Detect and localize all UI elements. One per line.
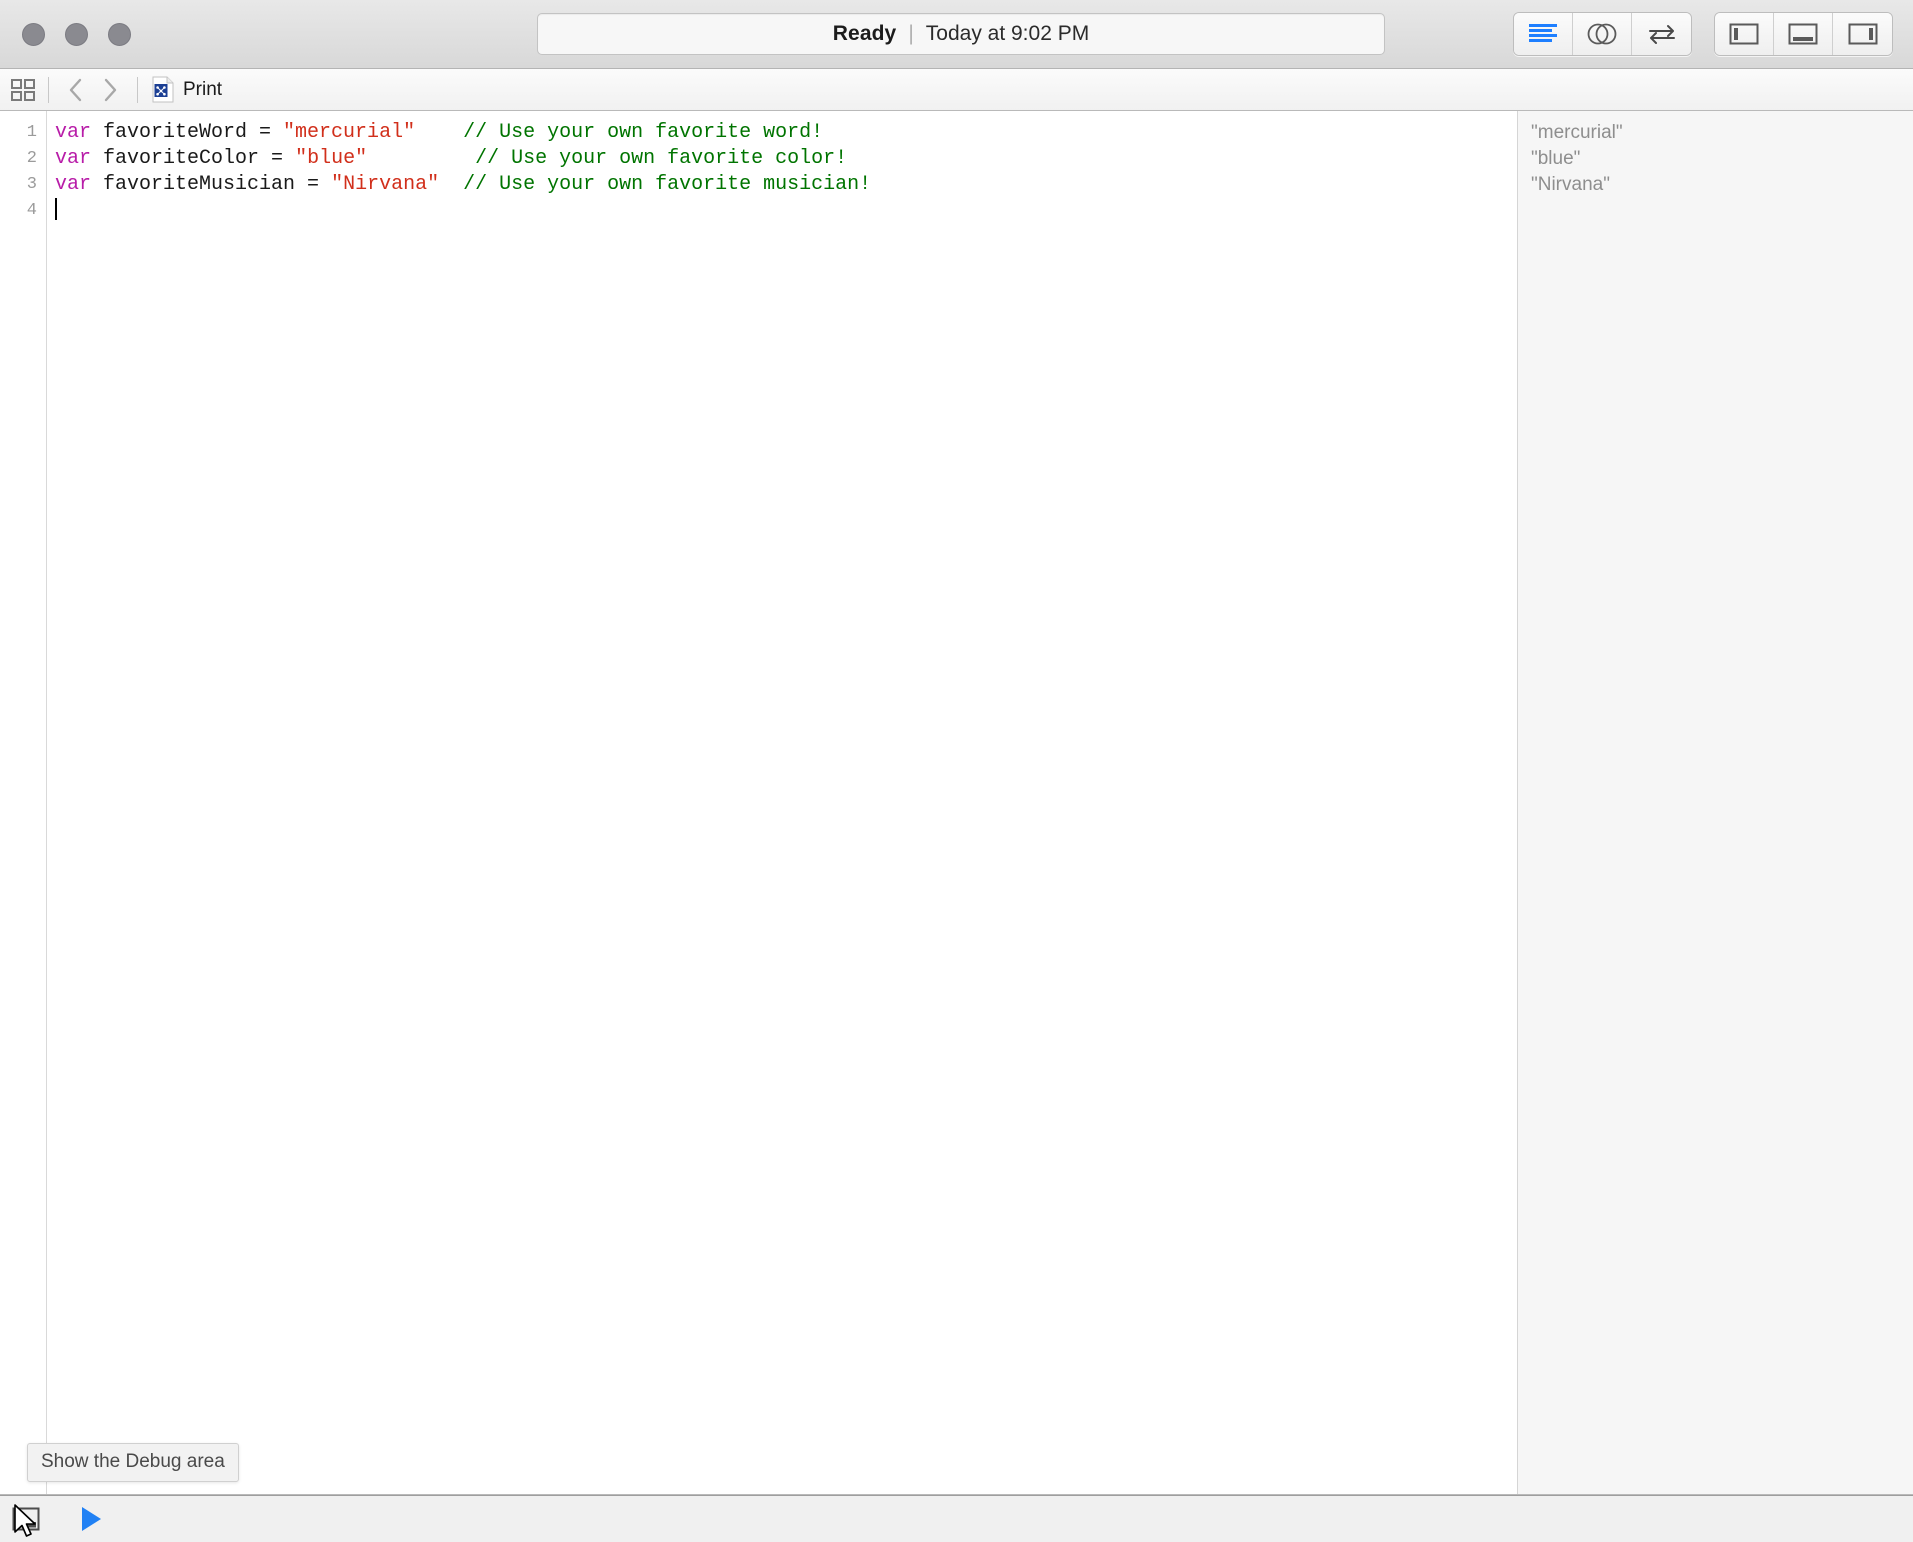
navigate-back-button[interactable] xyxy=(59,75,93,105)
chevron-left-icon xyxy=(69,78,82,101)
token-kw: var xyxy=(55,121,92,144)
assistant-editor-button[interactable] xyxy=(1573,13,1632,55)
version-editor-button[interactable] xyxy=(1632,13,1691,55)
token-kw: var xyxy=(55,147,92,170)
playground-file-icon xyxy=(152,76,174,103)
token-str: "blue" xyxy=(295,147,368,170)
token-cmt: // Use your own favorite word! xyxy=(463,121,824,144)
xcode-playground-window: Ready | Today at 9:02 PM Print 1 2 3 4 v… xyxy=(0,0,1913,1542)
venn-circles-icon xyxy=(1587,23,1617,45)
source-editor[interactable]: 1 2 3 4 var favoriteWord = "mercurial" /… xyxy=(0,111,1517,1494)
code-line[interactable]: var favoriteColor = "blue" // Use your o… xyxy=(55,146,1517,172)
close-button[interactable] xyxy=(22,22,45,46)
window-controls xyxy=(22,22,131,46)
jump-bar-divider-1 xyxy=(48,76,49,103)
result-value: "blue" xyxy=(1531,148,1581,169)
token-cmt: // Use your own favorite color! xyxy=(475,147,848,170)
minimize-button[interactable] xyxy=(65,22,88,46)
grid-squares-icon xyxy=(11,78,35,101)
code-content[interactable]: var favoriteWord = "mercurial" // Use yo… xyxy=(47,111,1517,1494)
left-panel-icon xyxy=(1729,23,1759,45)
editor-mode-group xyxy=(1513,12,1692,56)
run-playground-button[interactable] xyxy=(76,1505,106,1533)
toggle-debug-area-small-button[interactable] xyxy=(12,1507,40,1531)
line-number: 2 xyxy=(26,149,37,168)
results-sidebar: "mercurial" "blue" "Nirvana" xyxy=(1517,111,1913,1494)
status-time: Today at 9:02 PM xyxy=(925,22,1090,45)
toggle-navigator-button[interactable] xyxy=(1715,13,1774,55)
chevron-right-icon xyxy=(104,78,117,101)
status-separator: | xyxy=(908,22,914,45)
standard-editor-button[interactable] xyxy=(1514,13,1573,55)
right-panel-icon xyxy=(1848,23,1877,45)
result-value: "mercurial" xyxy=(1531,122,1623,143)
view-toggle-group xyxy=(1714,12,1893,56)
swap-arrows-icon xyxy=(1648,25,1675,44)
play-triangle-icon xyxy=(82,1507,101,1531)
token-kw: var xyxy=(55,173,92,196)
token-str: "Nirvana" xyxy=(331,173,440,196)
line-number: 1 xyxy=(26,123,37,142)
jump-bar-divider-2 xyxy=(137,76,138,103)
code-line[interactable]: var favoriteWord = "mercurial" // Use yo… xyxy=(55,120,1517,146)
bottom-panel-icon xyxy=(1788,23,1818,45)
text-caret xyxy=(55,198,57,220)
lines-icon xyxy=(1529,24,1557,42)
token-plain: favoriteWord = xyxy=(91,121,284,144)
token-plain: favoriteColor = xyxy=(91,147,296,170)
activity-status-field: Ready | Today at 9:02 PM xyxy=(537,13,1385,55)
related-items-button[interactable] xyxy=(8,75,38,105)
result-value: "Nirvana" xyxy=(1531,174,1610,195)
status-state: Ready xyxy=(832,22,897,45)
title-bar: Ready | Today at 9:02 PM xyxy=(0,0,1913,69)
toolbar-right-groups xyxy=(1513,12,1893,56)
line-number-gutter: 1 2 3 4 xyxy=(0,111,47,1494)
code-line[interactable]: var favoriteMusician = "Nirvana" // Use … xyxy=(55,172,1517,198)
toggle-utilities-button[interactable] xyxy=(1833,13,1892,55)
token-cmt: // Use your own favorite musician! xyxy=(463,173,872,196)
debug-bar xyxy=(0,1495,1913,1542)
token-str: "mercurial" xyxy=(283,121,416,144)
code-line[interactable] xyxy=(55,198,1517,224)
tooltip: Show the Debug area xyxy=(27,1443,239,1482)
navigate-forward-button[interactable] xyxy=(93,75,127,105)
breadcrumb-file-name: Print xyxy=(183,78,223,100)
debug-area-toggle-icon xyxy=(12,1507,40,1531)
line-number: 3 xyxy=(26,175,37,194)
result-value xyxy=(1531,198,1913,224)
editor-area: 1 2 3 4 var favoriteWord = "mercurial" /… xyxy=(0,111,1913,1495)
toggle-debug-area-button[interactable] xyxy=(1774,13,1833,55)
zoom-button[interactable] xyxy=(108,22,131,46)
jump-bar: Print xyxy=(0,69,1913,111)
token-plain: favoriteMusician = xyxy=(91,173,332,196)
line-number: 4 xyxy=(26,201,37,220)
breadcrumb[interactable]: Print xyxy=(152,76,222,103)
